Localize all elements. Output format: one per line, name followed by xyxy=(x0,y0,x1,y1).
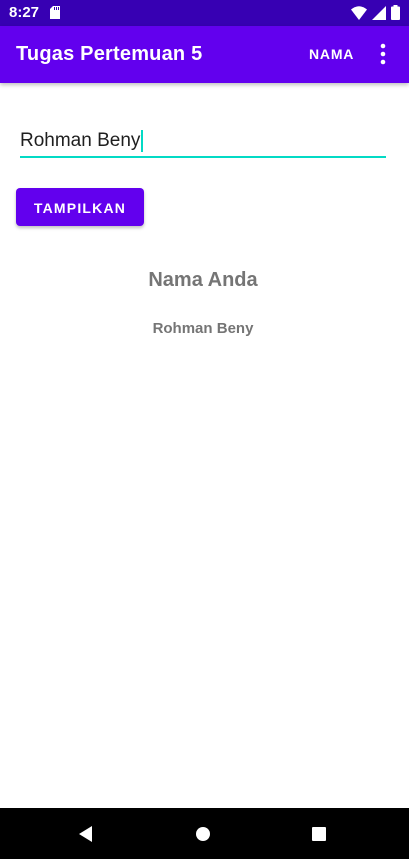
signal-icon xyxy=(372,5,386,25)
result-name: Rohman Beny xyxy=(152,320,254,337)
navigation-bar xyxy=(0,808,409,859)
status-bar: 8:27 xyxy=(0,0,409,26)
tampilkan-button[interactable]: TAMPILKAN xyxy=(16,188,144,226)
app-screen: 8:27 Tugas Pertemuan 5 NAMA Rohman Beny … xyxy=(0,0,409,859)
home-icon[interactable] xyxy=(191,822,215,846)
text-cursor xyxy=(141,130,144,152)
more-vert-icon[interactable] xyxy=(372,41,394,67)
recents-icon[interactable] xyxy=(307,822,331,846)
name-input[interactable]: Rohman Beny xyxy=(20,127,386,158)
nama-action-button[interactable]: NAMA xyxy=(303,45,360,63)
battery-icon xyxy=(391,5,400,25)
name-input-value: Rohman Beny xyxy=(20,130,141,151)
status-time: 8:27 xyxy=(9,4,40,21)
app-title: Tugas Pertemuan 5 xyxy=(16,43,203,65)
status-icons xyxy=(351,5,400,25)
result-heading: Nama Anda xyxy=(148,269,258,291)
back-icon[interactable] xyxy=(73,822,97,846)
sd-card-icon xyxy=(50,6,60,24)
app-bar: Tugas Pertemuan 5 NAMA xyxy=(0,26,409,83)
wifi-icon xyxy=(351,5,367,25)
